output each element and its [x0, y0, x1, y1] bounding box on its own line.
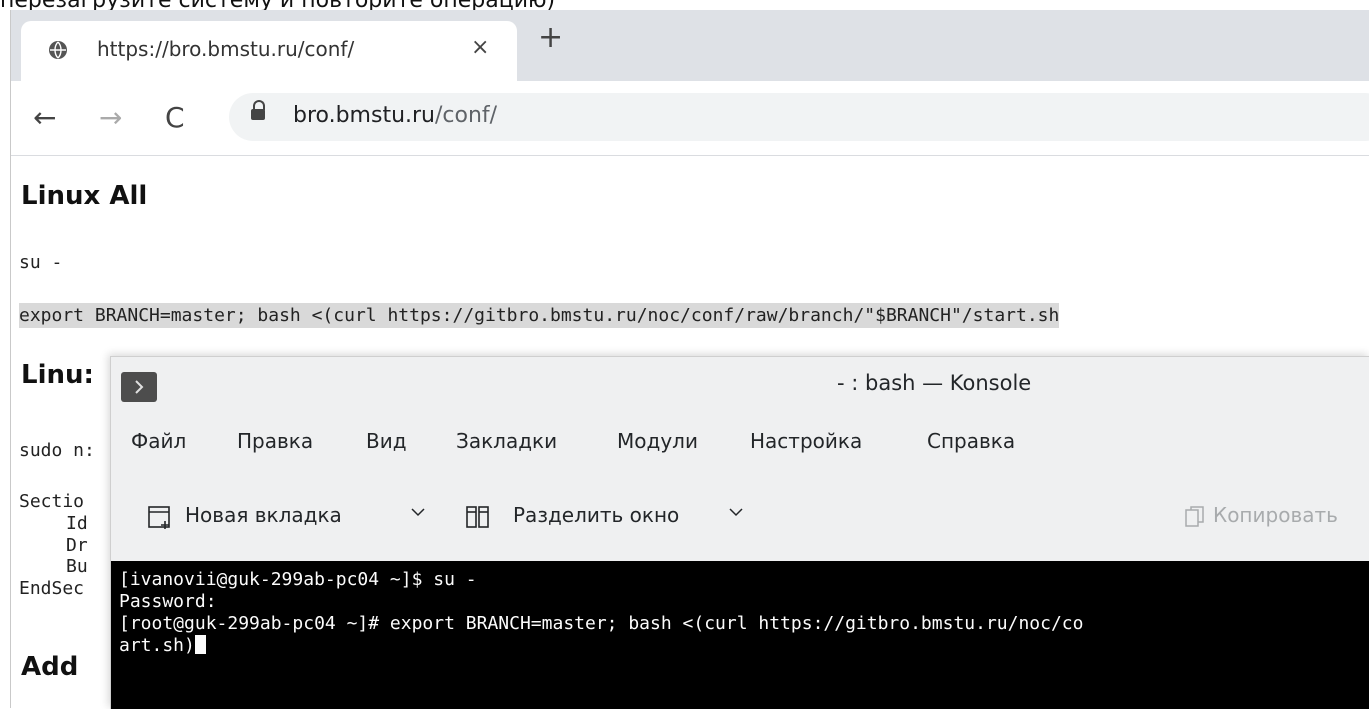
konsole-titlebar[interactable]: - : bash — Konsole: [111, 357, 1369, 413]
terminal-line: [root@guk-299ab-pc04 ~]# export BRANCH=m…: [119, 613, 1084, 634]
url-text[interactable]: bro.bmstu.ru/conf/: [293, 103, 497, 128]
code-su: su -: [19, 252, 63, 273]
menu-edit[interactable]: Правка: [237, 429, 313, 453]
close-tab-icon[interactable]: ×: [471, 35, 489, 60]
heading-add-partial: Add: [21, 652, 79, 682]
globe-icon: [49, 41, 67, 59]
code-driver-partial: Dr: [66, 535, 88, 556]
code-identifier-partial: Id: [66, 513, 88, 534]
new-tab-icon: [147, 505, 173, 536]
heading-linux-partial: Linu:: [21, 360, 94, 390]
menu-view[interactable]: Вид: [366, 429, 407, 453]
back-arrow-icon[interactable]: ←: [33, 101, 56, 134]
tab-strip: https://bro.bmstu.ru/conf/ × +: [11, 10, 1369, 81]
konsole-title: - : bash — Konsole: [837, 371, 1032, 395]
split-view-button[interactable]: Разделить окно: [465, 499, 755, 535]
code-sudo-partial: sudo n:: [19, 440, 95, 461]
browser-toolbar: ← → C bro.bmstu.ru/conf/: [11, 81, 1369, 156]
terminal-area[interactable]: [ivanovii@guk-299ab-pc04 ~]$ su - Passwo…: [111, 561, 1369, 709]
menu-bookmarks[interactable]: Закладки: [456, 429, 557, 453]
code-section-partial: Sectio: [19, 491, 85, 512]
menu-help[interactable]: Справка: [927, 429, 1015, 453]
address-bar[interactable]: bro.bmstu.ru/conf/: [229, 93, 1369, 141]
copy-icon: [1183, 505, 1207, 534]
chevron-down-icon[interactable]: [727, 503, 745, 526]
split-view-icon: [465, 505, 491, 536]
forward-arrow-icon[interactable]: →: [99, 101, 122, 134]
new-tab-label: Новая вкладка: [185, 503, 342, 527]
terminal-line-current: art.sh): [119, 635, 206, 656]
heading-linux-all: Linux All: [21, 181, 148, 211]
tab-title: https://bro.bmstu.ru/conf/: [97, 37, 355, 61]
chevron-down-icon[interactable]: [409, 503, 427, 526]
konsole-window: - : bash — Konsole Файл Правка Вид Закла…: [110, 356, 1369, 709]
lock-icon[interactable]: [251, 100, 265, 120]
terminal-icon[interactable]: [121, 372, 157, 402]
terminal-line: Password:: [119, 591, 217, 612]
terminal-line: [ivanovii@guk-299ab-pc04 ~]$ su -: [119, 569, 477, 590]
url-host: bro.bmstu.ru: [293, 103, 436, 128]
new-tab-button[interactable]: Новая вкладка: [147, 499, 425, 536]
copy-button[interactable]: Копировать: [1183, 499, 1369, 535]
code-endsection-partial: EndSec: [19, 578, 85, 599]
code-busid-partial: Bu: [66, 556, 88, 577]
konsole-menubar: Файл Правка Вид Закладки Модули Настройк…: [111, 415, 1369, 467]
copy-label: Копировать: [1213, 503, 1338, 527]
split-view-label: Разделить окно: [513, 503, 680, 527]
menu-file[interactable]: Файл: [131, 429, 186, 453]
menu-settings[interactable]: Настройка: [750, 429, 862, 453]
code-export-command: export BRANCH=master; bash <(curl https:…: [19, 303, 1060, 328]
browser-tab[interactable]: https://bro.bmstu.ru/conf/ ×: [21, 21, 517, 81]
terminal-line-text: art.sh): [119, 635, 195, 656]
new-tab-button[interactable]: +: [538, 20, 563, 55]
menu-plugins[interactable]: Модули: [617, 429, 698, 453]
text-cursor: [194, 635, 206, 654]
konsole-toolbar: Новая вкладка Разделить окно Копировать: [111, 477, 1369, 561]
reload-icon[interactable]: C: [165, 101, 185, 134]
url-path: /conf/: [435, 103, 498, 128]
